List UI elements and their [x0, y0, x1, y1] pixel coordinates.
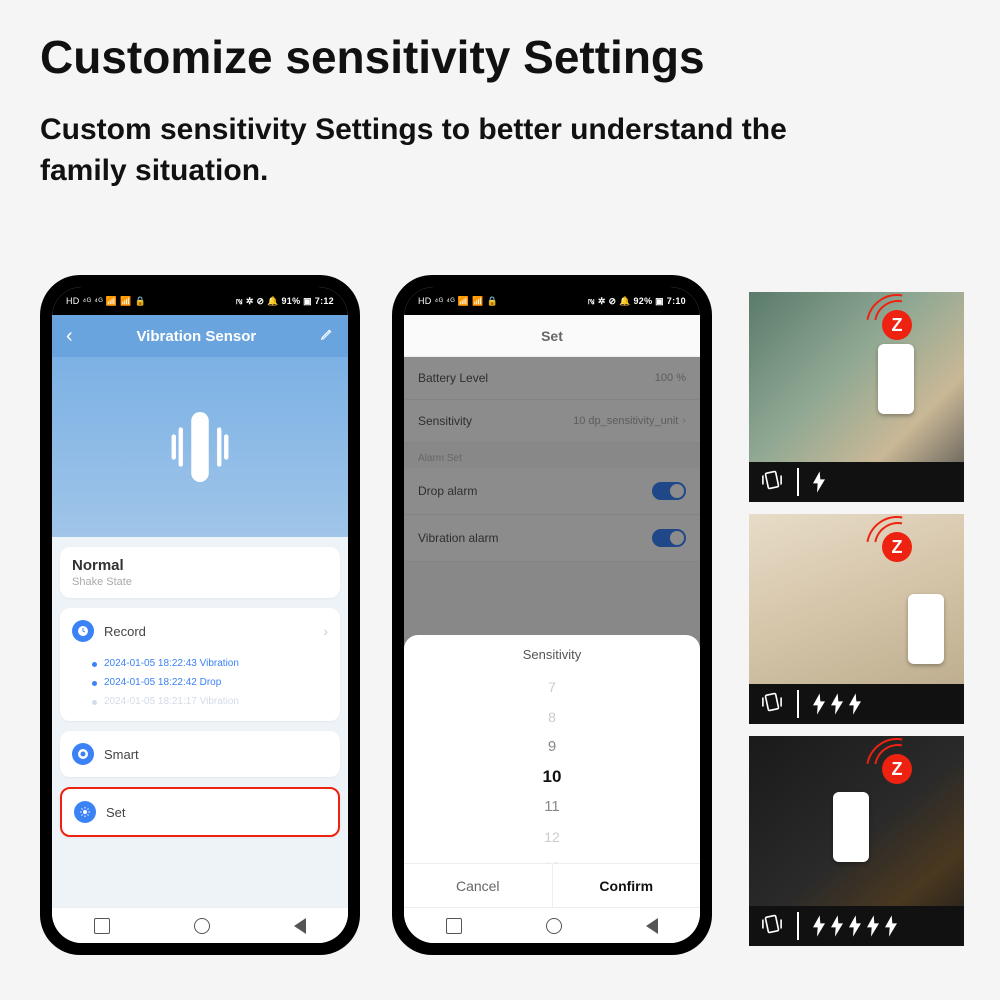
hero-area [52, 357, 348, 537]
phone-notch [502, 283, 602, 299]
vibration-icon [759, 689, 785, 720]
record-label: Record [104, 624, 146, 639]
phone-mockup-main: HD ⁴ᴳ ⁴ᴳ 📶 📶 🔒 ℕ ✲ ⊘ 🔔 91% ▣ 7:12 ‹ Vibr… [40, 275, 360, 955]
home-button[interactable] [546, 918, 562, 934]
sensor-device-icon [908, 594, 944, 664]
back-nav-button[interactable] [646, 918, 658, 934]
vibration-icon [759, 467, 785, 498]
android-nav [404, 907, 700, 943]
recent-apps-button[interactable] [446, 918, 462, 934]
picker-option-selected[interactable]: 10 [404, 762, 700, 792]
picker-option[interactable]: 7 [404, 672, 700, 702]
status-left: HD ⁴ᴳ ⁴ᴳ 📶 📶 🔒 [66, 296, 146, 307]
set-label: Set [106, 805, 126, 820]
state-card: Normal Shake State [60, 547, 340, 598]
recent-apps-button[interactable] [94, 918, 110, 934]
back-nav-button[interactable] [294, 918, 306, 934]
picker-option[interactable]: 11 [404, 792, 700, 822]
scenario-column: Z Z Z [749, 292, 964, 946]
app-header: ‹ Vibration Sensor [52, 315, 348, 357]
zigbee-badge-icon: Z [882, 754, 912, 784]
back-button[interactable]: ‹ [66, 325, 73, 348]
sheet-title: Sensitivity [404, 635, 700, 668]
cancel-button[interactable]: Cancel [404, 864, 553, 907]
strip-divider [797, 912, 799, 940]
state-title: Normal [72, 557, 328, 574]
scenario-tile-safe: Z [749, 736, 964, 946]
sensor-device-icon [833, 792, 869, 862]
status-right: ℕ ✲ ⊘ 🔔 91% ▣ 7:12 [236, 296, 334, 307]
record-entry: 2024-01-05 18:22:43 Vibration [104, 654, 328, 673]
sensor-device-icon [878, 344, 914, 414]
phone-notch [150, 283, 250, 299]
smart-label: Smart [104, 747, 139, 762]
record-row[interactable]: Record › [60, 608, 340, 654]
confirm-button[interactable]: Confirm [553, 864, 701, 907]
phone-mockup-set: HD ⁴ᴳ ⁴ᴳ 📶 📶 🔒 ℕ ✲ ⊘ 🔔 92% ▣ 7:10 Set Ba… [392, 275, 712, 955]
record-entry: 2024-01-05 18:21:17 Vibration [104, 692, 328, 711]
status-left: HD ⁴ᴳ ⁴ᴳ 📶 📶 🔒 [418, 296, 498, 307]
vibration-sensor-icon [165, 402, 235, 492]
picker-option[interactable]: 9 [404, 732, 700, 762]
state-subtitle: Shake State [72, 576, 328, 588]
strip-divider [797, 468, 799, 496]
home-button[interactable] [194, 918, 210, 934]
smart-icon [72, 743, 94, 765]
zigbee-badge-icon: Z [882, 532, 912, 562]
intensity-bolts [811, 471, 827, 493]
headline: Customize sensitivity Settings [40, 30, 705, 84]
scenario-tile-door: Z [749, 514, 964, 724]
record-card: Record › 2024-01-05 18:22:43 Vibration 2… [60, 608, 340, 721]
picker-option[interactable]: 12 [404, 822, 700, 852]
subhead: Custom sensitivity Settings to better un… [40, 110, 860, 191]
header-title: Vibration Sensor [136, 328, 256, 345]
intensity-bolts [811, 693, 863, 715]
android-nav [52, 907, 348, 943]
set-header-title: Set [541, 328, 563, 344]
clock-icon [72, 620, 94, 642]
set-card[interactable]: Set [60, 787, 340, 837]
sensitivity-picker-sheet: Sensitivity 7 8 9 10 11 12 13 Cancel Con… [404, 635, 700, 907]
smart-card[interactable]: Smart [60, 731, 340, 777]
strip-divider [797, 690, 799, 718]
zigbee-badge-icon: Z [882, 310, 912, 340]
chevron-right-icon: › [323, 623, 328, 639]
vibration-icon [759, 911, 785, 942]
record-entry: 2024-01-05 18:22:42 Drop [104, 673, 328, 692]
gear-icon [74, 801, 96, 823]
intensity-bolts [811, 915, 899, 937]
picker-option[interactable]: 8 [404, 702, 700, 732]
sensitivity-picker[interactable]: 7 8 9 10 11 12 13 [404, 668, 700, 863]
set-header: Set [404, 315, 700, 357]
status-right: ℕ ✲ ⊘ 🔔 92% ▣ 7:10 [588, 296, 686, 307]
scenario-tile-curtain: Z [749, 292, 964, 502]
picker-option[interactable]: 13 [404, 852, 700, 863]
edit-button[interactable] [320, 327, 334, 345]
